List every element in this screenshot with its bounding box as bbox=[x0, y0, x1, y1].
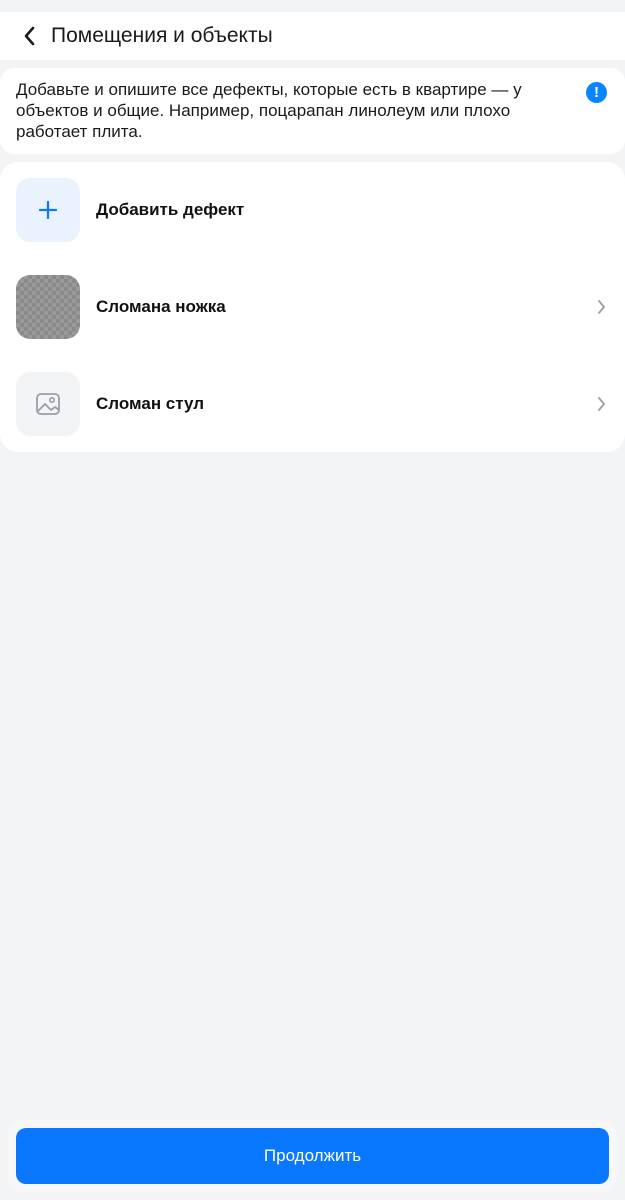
list-item[interactable]: Сломана ножка bbox=[0, 275, 625, 339]
add-defect-button[interactable]: Добавить дефект bbox=[0, 178, 625, 242]
list-item[interactable]: Сломан стул bbox=[0, 372, 625, 436]
footer-bar: Продолжить bbox=[8, 1120, 617, 1192]
list-item-label: Сломан стул bbox=[96, 394, 205, 413]
info-banner: Добавьте и опишите все дефекты, которые … bbox=[0, 68, 625, 154]
plus-icon bbox=[39, 201, 57, 219]
continue-button[interactable]: Продолжить bbox=[16, 1128, 609, 1184]
add-thumb bbox=[16, 178, 80, 242]
back-button[interactable] bbox=[16, 22, 44, 50]
page-title: Помещения и объекты bbox=[51, 24, 273, 47]
chevron-right-icon bbox=[593, 299, 609, 315]
top-bar: Помещения и объекты bbox=[0, 12, 625, 60]
defects-list: Добавить дефект Сломана ножка Сломан сту… bbox=[0, 162, 625, 452]
status-area bbox=[0, 0, 625, 12]
add-defect-label: Добавить дефект bbox=[96, 200, 245, 219]
defect-photo-thumbnail bbox=[16, 275, 80, 339]
chevron-left-icon bbox=[24, 26, 35, 46]
image-placeholder-icon bbox=[16, 372, 80, 436]
info-text: Добавьте и опишите все дефекты, которые … bbox=[16, 80, 522, 141]
exclamation-icon[interactable]: ! bbox=[586, 82, 607, 103]
list-item-label: Сломана ножка bbox=[96, 297, 226, 316]
chevron-right-icon bbox=[593, 396, 609, 412]
